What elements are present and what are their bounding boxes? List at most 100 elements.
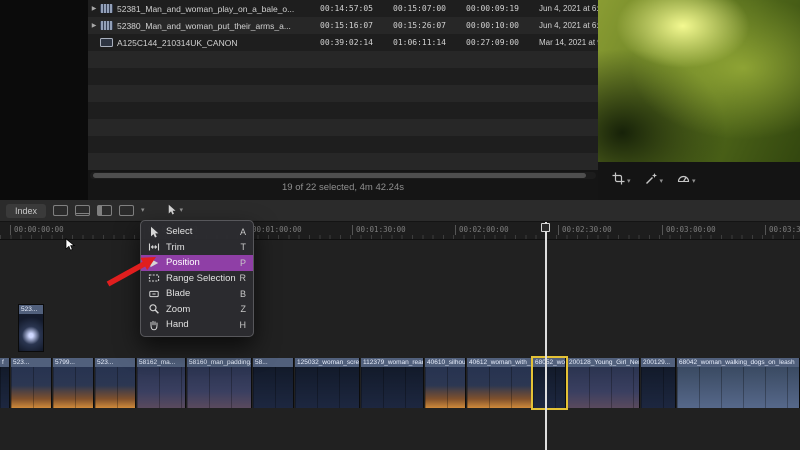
playhead-handle[interactable]	[541, 223, 550, 232]
clip-thumbnail	[0, 367, 9, 408]
clip-label: 58...	[253, 358, 293, 367]
clip-label: 5799...	[53, 358, 93, 367]
timeline-clip[interactable]: f	[0, 358, 10, 408]
disclosure-triangle-icon[interactable]: ▶	[88, 5, 100, 12]
mouse-cursor-icon	[65, 238, 76, 251]
timeline-clip[interactable]: 58162_ma...	[137, 358, 186, 408]
ruler-timecode: 00:03:00:00	[662, 225, 716, 235]
clip-appearance-button[interactable]	[119, 205, 135, 216]
filmstrip-icon	[100, 21, 113, 30]
viewer-preview	[598, 0, 800, 162]
clip-thumbnail	[467, 367, 531, 408]
clip-name: 52380_Man_and_woman_put_their_arms_a...	[117, 20, 291, 31]
timeline-clip[interactable]: 523...	[11, 358, 52, 408]
menu-item-label: Blade	[166, 288, 191, 300]
viewer-toolbar: ▾ ▾ ▾	[598, 162, 800, 200]
end-time: 00:15:26:07	[393, 21, 446, 30]
browser-row[interactable]: A125C144_210314UK_CANON 00:39:02:14 01:06:…	[88, 34, 598, 51]
clip-label: 58162_ma...	[137, 358, 185, 367]
clip-thumbnail	[19, 314, 43, 351]
duration: 00:00:09:19	[466, 4, 519, 13]
effects-button[interactable]: ▾	[645, 172, 663, 190]
timeline-clip[interactable]: 112379_woman_readin...	[361, 358, 424, 408]
menu-item-zoom[interactable]: Zoom Z	[141, 302, 253, 318]
browser-row[interactable]: ▶ 52380_Man_and_woman_put_their_arms_a...…	[88, 17, 598, 34]
lane-toggle-icon[interactable]	[53, 205, 69, 216]
chevron-down-icon: ▾	[141, 207, 145, 214]
chevron-down-icon: ▾	[692, 177, 696, 185]
browser-row[interactable]: ▶ 52381_Man_and_woman_play_on_a_bale_o...…	[88, 0, 598, 17]
timeline-clip-selected[interactable]: 68052_wo...	[531, 356, 568, 410]
index-button[interactable]: Index	[6, 203, 47, 218]
clip-icon	[100, 38, 113, 47]
timeline-clip[interactable]: 5799...	[53, 358, 94, 408]
disclosure-triangle-icon[interactable]: ▶	[88, 22, 100, 29]
duration: 00:27:09:00	[466, 38, 519, 47]
clip-label: 200128_Young_Girl_Nervo...	[567, 358, 639, 367]
clip-thumbnail	[567, 367, 639, 408]
timeline-clip[interactable]: 200128_Young_Girl_Nervo...	[567, 358, 640, 408]
timeline-clip[interactable]: 40612_woman_with_...	[467, 358, 532, 408]
clip-label: 68052_wo...	[533, 358, 565, 367]
timeline-clip[interactable]: 68042_woman_walking_dogs_on_leash	[677, 358, 800, 408]
ruler-timecode: 00:03:30:00	[765, 225, 800, 235]
timeline-clip[interactable]: 58...	[253, 358, 294, 408]
crop-button[interactable]: ▾	[612, 172, 631, 190]
browser-status: 19 of 22 selected, 4m 42.24s	[282, 182, 404, 193]
timeline-ruler[interactable]: 00:00:00:0000:00:30:0000:01:00:0000:01:3…	[0, 222, 800, 240]
ruler-timecode: 00:01:30:00	[352, 225, 406, 235]
connected-clip[interactable]: 523...	[18, 304, 44, 352]
menu-item-label: Hand	[166, 319, 189, 331]
chevron-down-icon: ▾	[627, 177, 631, 185]
timeline-toolbar: Index ▾ ▾	[0, 200, 800, 222]
menu-item-hand[interactable]: Hand H	[141, 317, 253, 333]
select-arrow-icon	[148, 226, 160, 238]
timeline-clip[interactable]: 40610_silhoue...	[425, 358, 466, 408]
timeline-clip[interactable]: 58160_man_padding...	[187, 358, 252, 408]
retime-icon	[677, 172, 690, 190]
timeline-clip[interactable]: 125032_woman_screening_vi...	[295, 358, 360, 408]
clip-label: 112379_woman_readin...	[361, 358, 423, 367]
menu-item-label: Select	[166, 226, 193, 238]
timeline-clip[interactable]: 523...	[95, 358, 136, 408]
duration: 00:00:10:00	[466, 21, 519, 30]
scrollbar-thumb[interactable]	[93, 173, 586, 178]
menu-item-shortcut: P	[239, 257, 246, 268]
clip-label: 125032_woman_screening_vi...	[295, 358, 359, 367]
creation-date: Jun 4, 2021 at 6:41:19	[539, 4, 598, 13]
clip-label: 40610_silhoue...	[425, 358, 465, 367]
menu-item-shortcut: A	[239, 226, 246, 237]
lane-toggle-icon[interactable]	[75, 205, 91, 216]
clip-thumbnail	[95, 367, 135, 408]
clip-label: f	[0, 358, 9, 367]
menu-item-label: Range Selection	[166, 272, 236, 284]
annotation-arrow	[106, 257, 156, 287]
browser-rows: ▶ 52381_Man_and_woman_play_on_a_bale_o...…	[88, 0, 598, 170]
tool-menu-button[interactable]: ▾	[166, 202, 183, 220]
select-arrow-icon	[166, 202, 177, 220]
clip-label: 523...	[11, 358, 51, 367]
menu-item-select[interactable]: Select A	[141, 224, 253, 240]
clip-label: 523...	[19, 305, 43, 314]
retime-button[interactable]: ▾	[677, 172, 696, 190]
main-track: f 523... 5799... 523... 58162_ma... 58160_man…	[0, 356, 800, 410]
ruler-timecode: 00:02:30:00	[558, 225, 612, 235]
menu-item-shortcut: Z	[240, 304, 247, 315]
clip-thumbnail	[137, 367, 185, 408]
browser-horizontal-scrollbar[interactable]	[90, 172, 596, 179]
menu-item-shortcut: R	[239, 273, 247, 284]
menu-item-label: Zoom	[166, 303, 191, 315]
timeline-clip[interactable]: 200129...	[641, 358, 676, 408]
clip-label: 68042_woman_walking_dogs_on_leash	[677, 358, 799, 367]
lane-toggle-icon[interactable]	[97, 205, 113, 216]
clip-label: 40612_woman_with_...	[467, 358, 531, 367]
playhead[interactable]	[545, 222, 547, 450]
menu-item-shortcut: T	[240, 242, 247, 253]
timeline-panel: Index ▾ ▾ 00:00:00:0000:00:30:0000:01:00…	[0, 200, 800, 450]
clip-thumbnail	[533, 367, 565, 408]
clip-thumbnail	[425, 367, 465, 408]
end-time: 00:15:07:00	[393, 4, 446, 13]
menu-item-shortcut: H	[239, 319, 247, 330]
browser-panel: ▶ 52381_Man_and_woman_play_on_a_bale_o...…	[88, 0, 598, 200]
fcp-window: ▶ 52381_Man_and_woman_play_on_a_bale_o...…	[0, 0, 800, 450]
